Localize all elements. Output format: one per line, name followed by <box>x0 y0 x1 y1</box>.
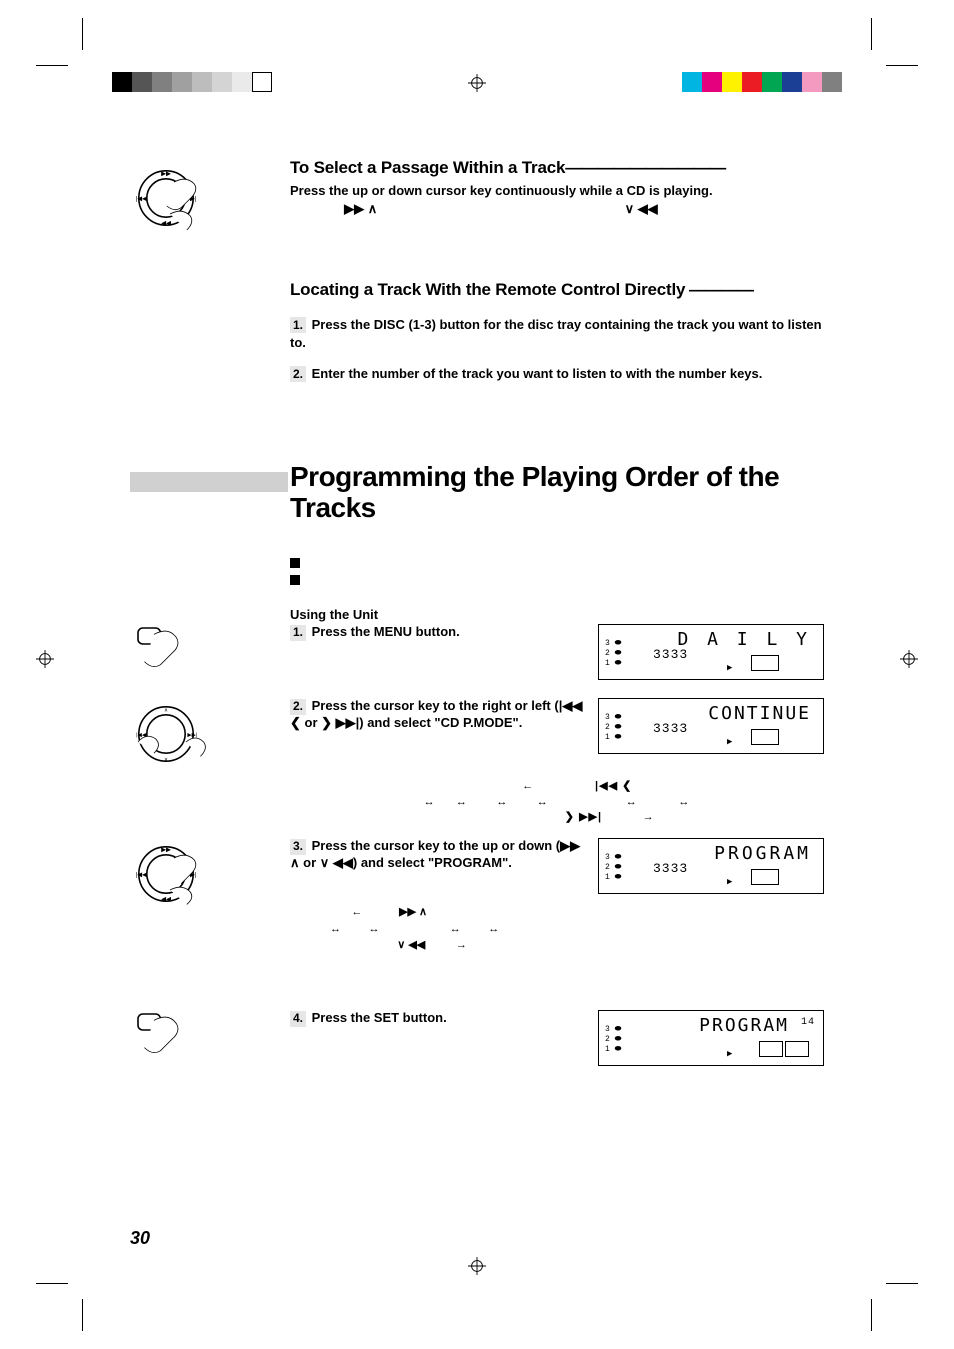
grayscale-bar <box>112 72 272 92</box>
page-heading: Programming the Playing Order of the Tra… <box>290 462 854 524</box>
svg-text:◀◀: ◀◀ <box>161 896 171 903</box>
color-bar <box>682 72 842 92</box>
lcd-display: PROGRAM 3 ⬬ 2 ⬬ 1 ⬬ 3333 ▶ <box>598 838 824 894</box>
step-text: 2. Enter the number of the track you wan… <box>290 365 824 383</box>
crop-mark <box>871 18 872 50</box>
crop-mark <box>36 1283 68 1284</box>
registration-mark-icon <box>36 650 54 668</box>
svg-text:∧: ∧ <box>164 708 168 714</box>
remote-pad-illustration: ▶▶ |◀◀ ▶▶| ◀◀ <box>130 158 250 243</box>
crop-mark <box>886 1283 918 1284</box>
step-text: 2. Press the cursor key to the right or … <box>290 698 586 732</box>
step-note: ← ▶▶ ∧ ↔ ↔ ↔ ↔ ∨ ◀◀ → <box>290 904 824 954</box>
heading-bar <box>130 472 288 492</box>
square-bullet-icon <box>290 575 300 585</box>
crop-mark <box>871 1299 872 1331</box>
remote-pad-illustration: ▶▶ |◀◀ ▶▶| ◀◀ <box>130 834 250 919</box>
step-note: xPressing the cursor key to the left |◀◀… <box>290 764 824 826</box>
square-bullet-icon <box>290 558 300 568</box>
subsection-label: Using the Unit <box>290 606 824 624</box>
crop-mark <box>886 65 918 66</box>
section-title: Locating a Track With the Remote Control… <box>290 280 824 300</box>
registration-mark-icon <box>468 74 486 92</box>
menu-button-illustration <box>130 620 250 681</box>
svg-text:◀◀: ◀◀ <box>161 220 171 227</box>
step-text: 3. Press the cursor key to the up or dow… <box>290 838 586 872</box>
page-number: 30 <box>130 1228 150 1249</box>
crop-mark <box>82 1299 83 1331</box>
bullet-item: Programming is possible only when the CD… <box>290 571 824 588</box>
svg-text:∨: ∨ <box>164 757 168 763</box>
registration-mark-icon <box>900 650 918 668</box>
instruction-text: Press the up or down cursor key continuo… <box>290 182 824 200</box>
svg-text:▶▶|: ▶▶| <box>187 732 197 738</box>
registration-mark-icon <box>468 1257 486 1275</box>
step-text: 4. Press the SET button. <box>290 1010 586 1027</box>
svg-text:|◀◀: |◀◀ <box>135 871 147 878</box>
set-button-illustration <box>130 1006 250 1067</box>
instruction-subtext: ▶▶ ∧ ∨ ◀◀ <box>290 200 824 218</box>
step-text: 1. Press the MENU button. <box>290 624 586 641</box>
svg-text:▶▶: ▶▶ <box>161 847 171 854</box>
svg-text:|◀◀: |◀◀ <box>135 195 147 202</box>
bullet-item: You can program up to 32 tracks in any d… <box>290 554 824 571</box>
remote-pad-illustration: ∧ |◀◀ ▶▶| ∨ <box>130 694 250 779</box>
lcd-display: D A I L Y 3 ⬬ 2 ⬬ 1 ⬬ 3333 ▶ <box>598 624 824 680</box>
section-title: To Select a Passage Within a Track——————… <box>290 158 824 178</box>
svg-text:▶▶: ▶▶ <box>161 171 171 178</box>
step-text: 1. Press the DISC (1-3) button for the d… <box>290 316 824 351</box>
lcd-display: PROGRAM 14 3 ⬬ 2 ⬬ 1 ⬬ ▶ <box>598 1010 824 1066</box>
crop-mark <box>36 65 68 66</box>
lcd-display: CONTINUE 3 ⬬ 2 ⬬ 1 ⬬ 3333 ▶ <box>598 698 824 754</box>
crop-mark <box>82 18 83 50</box>
